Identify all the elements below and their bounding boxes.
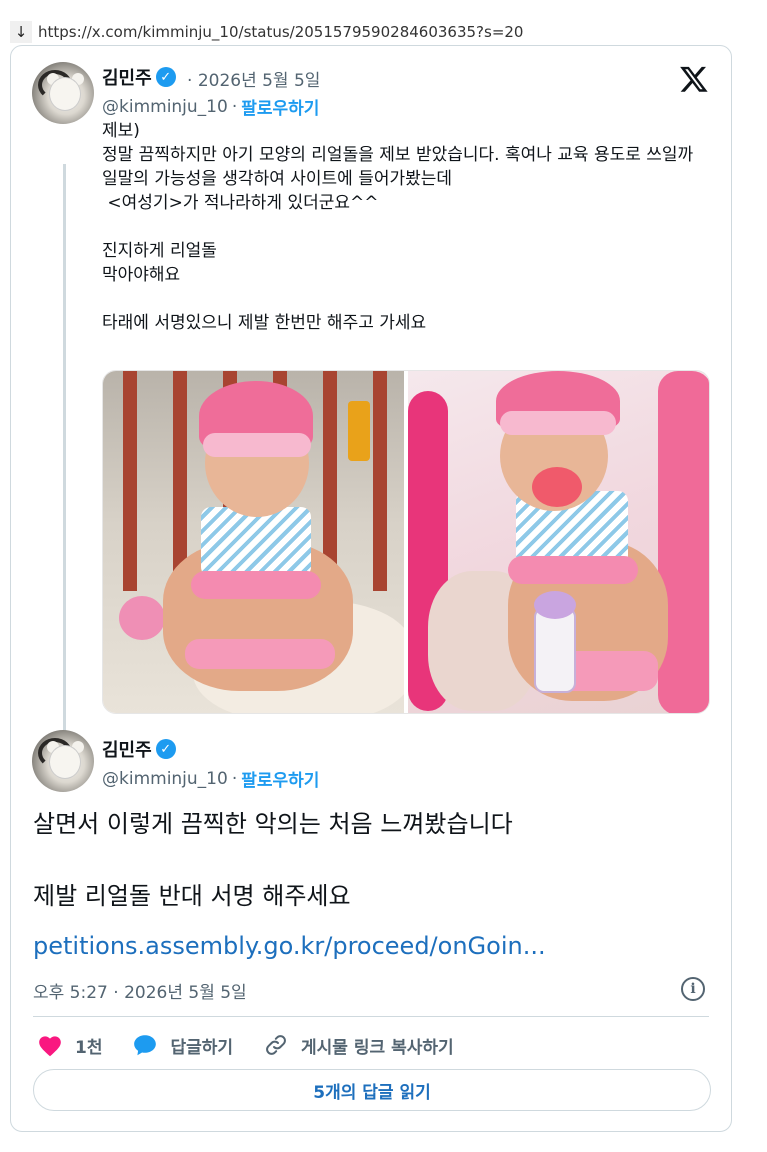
verified-badge-icon: ✓ (155, 739, 176, 759)
petition-link[interactable]: petitions.assembly.go.kr/proceed/onGoin.… (33, 932, 546, 960)
read-replies-button[interactable]: 5개의 답글 읽기 (33, 1069, 711, 1111)
x-logo-icon[interactable] (679, 64, 709, 94)
follow-button[interactable]: 팔로우하기 (241, 94, 319, 119)
post-date[interactable]: · 2026년 5월 5일 (187, 66, 320, 91)
verified-badge-icon: ✓ (155, 67, 176, 87)
avatar[interactable] (32, 730, 94, 792)
reply-label[interactable]: 답글하기 (170, 1033, 233, 1058)
like-count[interactable]: 1천 (75, 1033, 102, 1058)
like-button[interactable]: 1천 (37, 1033, 102, 1058)
author-name-text[interactable]: 김민주 (102, 736, 152, 762)
author-handle-row: @kimminju_10 · 팔로우하기 (102, 766, 319, 792)
post-date-text[interactable]: 2026년 5월 5일 (198, 71, 321, 91)
thread-connector-line (63, 164, 66, 764)
info-icon[interactable]: i (681, 977, 705, 1001)
avatar[interactable] (32, 62, 94, 124)
follow-button[interactable]: 팔로우하기 (241, 766, 319, 791)
author-name-text[interactable]: 김민주 (102, 64, 152, 90)
author-name[interactable]: 김민주 ✓ (102, 736, 176, 762)
media-grid[interactable] (102, 370, 710, 714)
post-timestamp[interactable]: 오후 5:27 · 2026년 5월 5일 (33, 978, 247, 1003)
author-handle[interactable]: @kimminju_10 (102, 97, 228, 117)
copy-link-button[interactable]: 게시물 링크 복사하기 (263, 1033, 454, 1058)
url-text[interactable]: https://x.com/kimminju_10/status/2051579… (38, 23, 523, 41)
address-bar[interactable]: ↓ https://x.com/kimminju_10/status/20515… (10, 19, 523, 45)
reply-button[interactable]: 답글하기 (132, 1033, 233, 1058)
copy-link-label[interactable]: 게시물 링크 복사하기 (301, 1033, 454, 1058)
download-arrow-icon[interactable]: ↓ (10, 21, 32, 43)
separator-dot: · (187, 71, 193, 91)
photo-1[interactable] (103, 371, 404, 713)
action-bar: 1천 답글하기 게시물 링크 복사하기 (37, 1030, 484, 1060)
tweet-embed-card: 김민주 ✓ · 2026년 5월 5일 @kimminju_10 · 팔로우하기… (10, 45, 732, 1132)
tweet-text: 제보) 정말 끔찍하지만 아기 모양의 리얼돌을 제보 받았습니다. 혹여나 교… (102, 121, 694, 333)
author-handle[interactable]: @kimminju_10 (102, 769, 228, 789)
author-name[interactable]: 김민주 ✓ (102, 64, 176, 90)
author-handle-row: @kimminju_10 · 팔로우하기 (102, 94, 319, 120)
reply-bubble-icon (134, 1035, 157, 1056)
heart-icon (39, 1036, 61, 1057)
link-icon (266, 1035, 286, 1055)
tweet-text: 살면서 이렇게 끔찍한 악의는 처음 느껴봤습니다 제발 리얼돌 반대 서명 해… (33, 810, 513, 910)
photo-2[interactable] (408, 371, 709, 713)
divider (33, 1016, 709, 1017)
